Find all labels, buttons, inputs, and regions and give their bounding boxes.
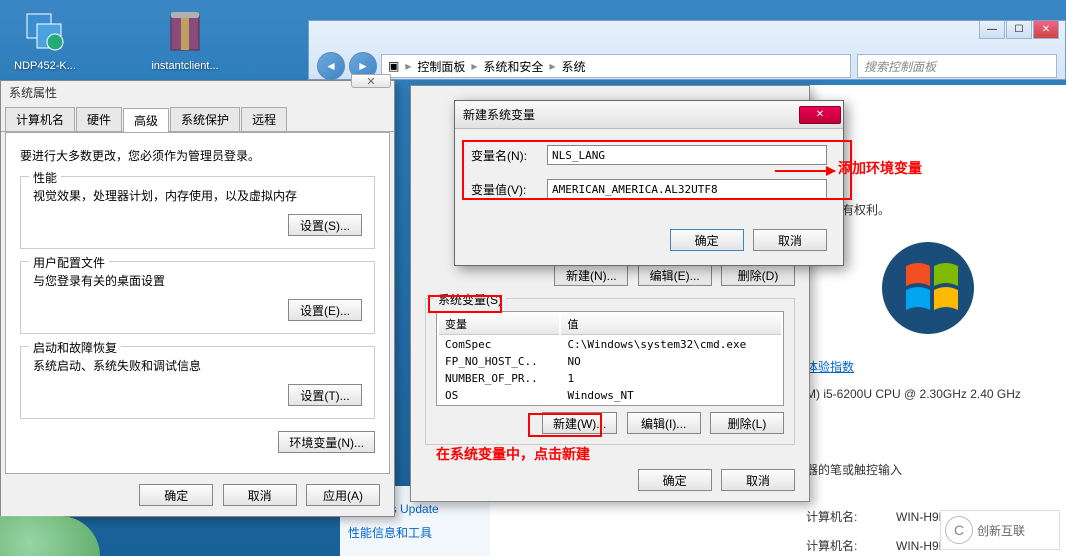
new-sys-var-button[interactable]: 新建(W)...: [542, 412, 617, 434]
windows-logo-icon: [878, 238, 978, 338]
search-input[interactable]: 搜索控制面板: [857, 54, 1057, 78]
ok-button[interactable]: 确定: [139, 484, 213, 506]
new-system-variable-dialog: 新建系统变量 ✕ 变量名(N): 变量值(V): 确定 取消: [454, 100, 844, 266]
breadcrumb-item[interactable]: 系统: [561, 58, 585, 75]
watermark: C 创新互联: [940, 510, 1060, 550]
system-vars-table[interactable]: 变量值 ComSpecC:\Windows\system32\cmd.exe F…: [436, 311, 784, 406]
system-properties-dialog: ✕ 系统属性 计算机名 硬件 高级 系统保护 远程 要进行大多数更改，您必须作为…: [0, 80, 395, 517]
tab-system-protection[interactable]: 系统保护: [170, 107, 240, 131]
start-orb-glow: [0, 516, 100, 556]
dialog-title: 新建系统变量: [463, 106, 535, 123]
watermark-logo-icon: C: [945, 516, 973, 544]
close-button[interactable]: ✕: [799, 106, 841, 124]
maximize-button[interactable]: ☐: [1006, 21, 1032, 39]
archive-icon: [161, 8, 209, 56]
dialog-title: 系统属性: [1, 81, 394, 103]
dialog-close-icon[interactable]: ✕: [351, 74, 391, 88]
var-value-input[interactable]: [547, 179, 827, 199]
close-button[interactable]: ✕: [1033, 21, 1059, 39]
desktop-icon-instantclient[interactable]: instantclient...: [150, 8, 220, 72]
section-startup-recovery: 启动和故障恢复 系统启动、系统失败和调试信息 设置(T)...: [20, 346, 375, 419]
cancel-button[interactable]: 取消: [753, 229, 827, 251]
system-vars-legend: 系统变量(S): [434, 291, 506, 308]
back-button[interactable]: ◄: [317, 52, 345, 80]
apply-button[interactable]: 应用(A): [306, 484, 380, 506]
env-vars-button[interactable]: 环境变量(N)...: [278, 431, 375, 453]
admin-hint: 要进行大多数更改，您必须作为管理员登录。: [20, 147, 375, 164]
var-value-label: 变量值(V):: [471, 181, 547, 198]
breadcrumb-item[interactable]: 系统和安全: [483, 58, 543, 75]
section-performance: 性能 视觉效果，处理器计划，内存使用，以及虚拟内存 设置(S)...: [20, 176, 375, 249]
ok-button[interactable]: 确定: [638, 469, 712, 491]
tab-remote[interactable]: 远程: [241, 107, 287, 131]
explorer-window: — ☐ ✕ ◄ ► ▣ ▸ 控制面板 ▸ 系统和安全 ▸ 系统 搜索控制面板: [308, 20, 1066, 80]
desktop-icon-label: NDP452-K...: [10, 60, 80, 72]
minimize-button[interactable]: —: [979, 21, 1005, 39]
table-row: ComSpecC:\Windows\system32\cmd.exe: [439, 337, 781, 352]
var-name-label: 变量名(N):: [471, 147, 547, 164]
ok-button[interactable]: 确定: [670, 229, 744, 251]
delete-user-var-button[interactable]: 删除(D): [721, 264, 795, 286]
installer-icon: [21, 8, 69, 56]
task-link-performance[interactable]: 性能信息和工具: [348, 524, 482, 541]
delete-sys-var-button[interactable]: 删除(L): [710, 412, 784, 434]
tab-strip: 计算机名 硬件 高级 系统保护 远程: [1, 103, 394, 132]
settings-button-profile[interactable]: 设置(E)...: [288, 299, 362, 321]
perf-index-link[interactable]: 体验指数: [806, 360, 854, 374]
desktop-icon-ndp[interactable]: NDP452-K...: [10, 8, 80, 72]
tab-advanced[interactable]: 高级: [123, 108, 169, 132]
breadcrumb-icon: ▣: [388, 59, 399, 73]
edit-sys-var-button[interactable]: 编辑(I)...: [627, 412, 701, 434]
new-user-var-button[interactable]: 新建(N)...: [554, 264, 628, 286]
table-row: FP_NO_HOST_C..NO: [439, 354, 781, 369]
var-name-input[interactable]: [547, 145, 827, 165]
cancel-button[interactable]: 取消: [223, 484, 297, 506]
breadcrumb[interactable]: ▣ ▸ 控制面板 ▸ 系统和安全 ▸ 系统: [381, 54, 851, 78]
section-user-profile: 用户配置文件 与您登录有关的桌面设置 设置(E)...: [20, 261, 375, 334]
system-vars-group: 系统变量(S) 变量值 ComSpecC:\Windows\system32\c…: [425, 298, 795, 445]
settings-button-startup[interactable]: 设置(T)...: [288, 384, 362, 406]
pen-touch-info: 器的笔或触控输入: [806, 461, 1050, 478]
tab-computer-name[interactable]: 计算机名: [5, 107, 75, 131]
cpu-info: M) i5-6200U CPU @ 2.30GHz 2.40 GHz: [806, 387, 1050, 401]
table-row: NUMBER_OF_PR..1: [439, 371, 781, 386]
cancel-button[interactable]: 取消: [721, 469, 795, 491]
settings-button-perf[interactable]: 设置(S)...: [288, 214, 362, 236]
edit-user-var-button[interactable]: 编辑(E)...: [638, 264, 712, 286]
desktop-icon-label: instantclient...: [150, 60, 220, 72]
breadcrumb-item[interactable]: 控制面板: [417, 58, 465, 75]
table-row: OSWindows_NT: [439, 388, 781, 403]
tab-hardware[interactable]: 硬件: [76, 107, 122, 131]
